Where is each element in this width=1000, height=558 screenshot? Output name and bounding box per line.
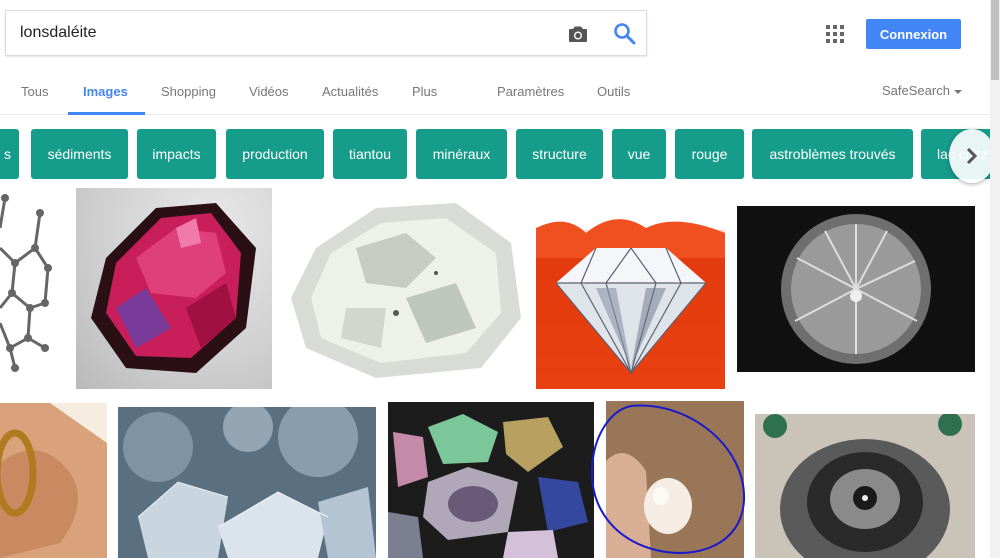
- diamond-anvil-image: [763, 414, 962, 558]
- chip-structure[interactable]: structure: [516, 129, 603, 179]
- mineral-collection-image: [388, 414, 588, 558]
- tab-tools[interactable]: Outils: [597, 84, 630, 99]
- hand-ring-image: [0, 403, 107, 558]
- google-images-page: Connexion Tous Images Shopping Vidéos Ac…: [0, 0, 1000, 558]
- scrollbar-thumb[interactable]: [991, 0, 999, 80]
- chip-s[interactable]: s: [0, 129, 19, 179]
- chip-sediments[interactable]: sédiments: [31, 129, 128, 179]
- tab-shopping[interactable]: Shopping: [161, 84, 216, 99]
- chip-tiantou[interactable]: tiantou: [333, 129, 407, 179]
- camera-icon[interactable]: [566, 22, 590, 46]
- tab-settings[interactable]: Paramètres: [497, 84, 564, 99]
- tab-more[interactable]: Plus: [412, 84, 437, 99]
- tab-all[interactable]: Tous: [21, 84, 48, 99]
- diamond-top-image: [781, 214, 931, 364]
- image-result-crystals-bokeh[interactable]: [118, 407, 376, 558]
- red-mineral-image: [91, 203, 256, 373]
- chips-next-button[interactable]: [949, 129, 995, 183]
- image-result-mineral-collection[interactable]: [388, 402, 594, 558]
- safesearch-label: SafeSearch: [882, 83, 950, 98]
- chip-mineraux[interactable]: minéraux: [416, 129, 507, 179]
- chip-impacts[interactable]: impacts: [137, 129, 216, 179]
- active-tab-indicator: [68, 112, 145, 115]
- image-result-crystal-lattice[interactable]: [0, 188, 60, 373]
- chevron-right-icon: [966, 147, 978, 165]
- search-tabs: Tous Images Shopping Vidéos Actualités P…: [0, 70, 1000, 115]
- chip-production[interactable]: production: [226, 129, 324, 179]
- caret-down-icon: [953, 89, 962, 94]
- image-result-clear-diamond-rough[interactable]: [286, 188, 524, 385]
- rough-diamond-image: [291, 203, 521, 378]
- image-result-diamond-press[interactable]: [755, 414, 975, 558]
- apps-grid-icon[interactable]: [826, 25, 844, 43]
- safesearch-dropdown[interactable]: SafeSearch: [882, 83, 962, 98]
- crystals-image: [123, 407, 376, 558]
- search-box: [5, 10, 647, 56]
- chip-astroblemes-trouves[interactable]: astroblèmes trouvés: [752, 129, 913, 179]
- image-result-red-mineral[interactable]: [76, 188, 272, 389]
- search-input[interactable]: [20, 11, 540, 55]
- image-result-diamond-fire[interactable]: [536, 188, 725, 389]
- chip-rouge[interactable]: rouge: [675, 129, 744, 179]
- image-result-diamond-top-view[interactable]: [737, 206, 975, 372]
- cut-diamond-red-image: [536, 219, 725, 376]
- signin-button[interactable]: Connexion: [866, 19, 961, 49]
- image-result-hand-ring[interactable]: [0, 403, 107, 558]
- tab-images[interactable]: Images: [83, 84, 128, 99]
- tab-videos[interactable]: Vidéos: [249, 84, 289, 99]
- search-icon[interactable]: [612, 21, 638, 47]
- page-scrollbar[interactable]: [990, 0, 1000, 558]
- tab-news[interactable]: Actualités: [322, 84, 378, 99]
- chip-vue[interactable]: vue: [612, 129, 666, 179]
- related-searches-chips: s sédiments impacts production tiantou m…: [0, 129, 990, 179]
- lattice-structure-image: [0, 194, 52, 372]
- hand-drawn-circle-annotation: [590, 404, 746, 554]
